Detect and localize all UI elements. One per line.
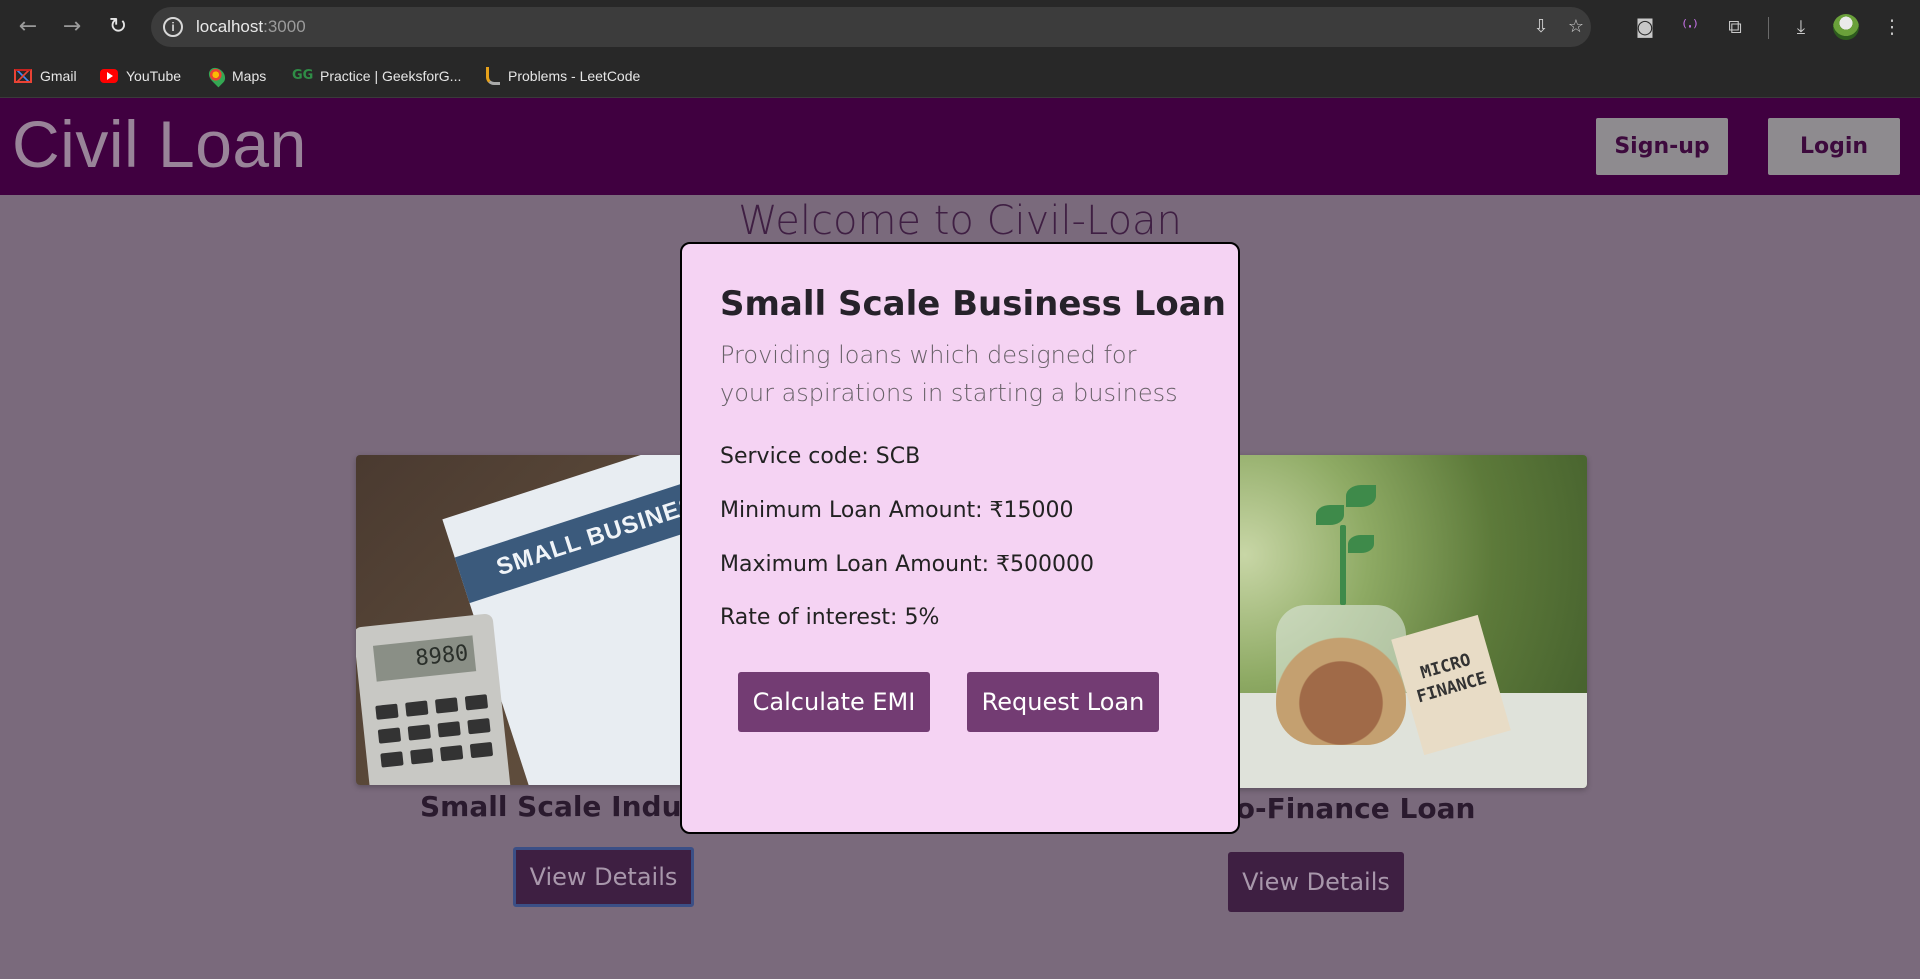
modal-title: Small Scale Business Loan: [720, 284, 1226, 324]
bookmark-label: YouTube: [126, 68, 182, 84]
geeksforgeeks-icon: GG: [292, 68, 314, 83]
bookmark-youtube[interactable]: YouTube: [100, 65, 181, 87]
view-details-button[interactable]: View Details: [1228, 852, 1404, 912]
app-header: Civil Loan Sign-up Login: [0, 98, 1920, 195]
bookmark-maps[interactable]: Maps: [205, 64, 267, 88]
download-icon[interactable]: ⤓: [1787, 13, 1815, 41]
bookmark-geeksforgeeks[interactable]: GG Practice | GeeksforG...: [292, 65, 461, 87]
bookmark-label: Practice | GeeksforG...: [320, 68, 462, 84]
app-page: Civil Loan Sign-up Login Welcome to Civi…: [0, 98, 1920, 979]
toolbar-divider: [1768, 17, 1769, 39]
youtube-icon: [100, 69, 118, 83]
service-code: Service code: SCB: [720, 444, 921, 469]
login-button[interactable]: Login: [1768, 118, 1900, 175]
calculator-keys: [377, 718, 491, 746]
forward-arrow-icon[interactable]: →: [57, 12, 87, 42]
bookmark-leetcode[interactable]: Problems - LeetCode: [486, 65, 640, 87]
minimum-loan-amount: Minimum Loan Amount: ₹15000: [720, 498, 1074, 523]
bookmark-star-icon[interactable]: ☆: [1564, 15, 1588, 39]
calculator: 8980: [356, 613, 512, 785]
camera-extension-icon[interactable]: ◙: [1631, 13, 1659, 41]
card-title-micro-finance: ro-Finance Loan: [1222, 792, 1476, 825]
install-app-icon[interactable]: ⇩: [1529, 15, 1553, 39]
calculate-emi-button[interactable]: Calculate EMI: [738, 672, 930, 732]
modal-description: Providing loans which designed for your …: [720, 341, 1178, 407]
bookmarks-bar: Gmail YouTube Maps GG Practice | Geeksfo…: [0, 54, 1920, 98]
bookmark-gmail[interactable]: Gmail: [14, 65, 77, 87]
gmail-icon: [14, 69, 32, 83]
media-extension-icon[interactable]: ⁽·⁾: [1676, 13, 1704, 41]
address-bar[interactable]: i localhost:3000 ⇩ ☆: [151, 7, 1591, 47]
maximum-loan-amount: Maximum Loan Amount: ₹500000: [720, 552, 1094, 577]
extensions-puzzle-icon[interactable]: ⧉: [1721, 13, 1749, 41]
signup-button[interactable]: Sign-up: [1596, 118, 1728, 175]
coin-jar: [1276, 605, 1406, 745]
plant-sprout: [1316, 485, 1376, 605]
browser-toolbar: ← → ↻ i localhost:3000 ⇩ ☆ ◙ ⁽·⁾ ⧉ ⤓ ⋮: [0, 0, 1920, 54]
loan-details-modal: Small Scale Business Loan Providing loan…: [680, 242, 1240, 834]
calculator-display: 8980: [372, 635, 477, 682]
calculator-keys: [380, 741, 494, 770]
url-port: :3000: [263, 17, 306, 36]
maps-icon: [205, 64, 229, 88]
rate-of-interest: Rate of interest: 5%: [720, 605, 940, 630]
calculator-keys: [375, 694, 489, 722]
url-text[interactable]: localhost:3000: [196, 17, 306, 37]
view-details-button[interactable]: View Details: [513, 847, 694, 907]
leetcode-icon: [486, 67, 500, 85]
request-loan-button[interactable]: Request Loan: [967, 672, 1159, 732]
kebab-menu-icon[interactable]: ⋮: [1878, 13, 1906, 41]
url-host: localhost: [196, 17, 264, 36]
site-info-icon[interactable]: i: [163, 17, 183, 37]
bookmark-label: Problems - LeetCode: [508, 68, 641, 84]
brand-title: Civil Loan: [12, 107, 307, 181]
bookmark-label: Maps: [232, 68, 267, 84]
welcome-heading: Welcome to Civil-Loan: [738, 198, 1182, 244]
back-arrow-icon[interactable]: ←: [13, 12, 43, 42]
reload-icon[interactable]: ↻: [103, 12, 133, 42]
profile-avatar[interactable]: [1833, 14, 1859, 40]
bookmark-label: Gmail: [40, 68, 77, 84]
